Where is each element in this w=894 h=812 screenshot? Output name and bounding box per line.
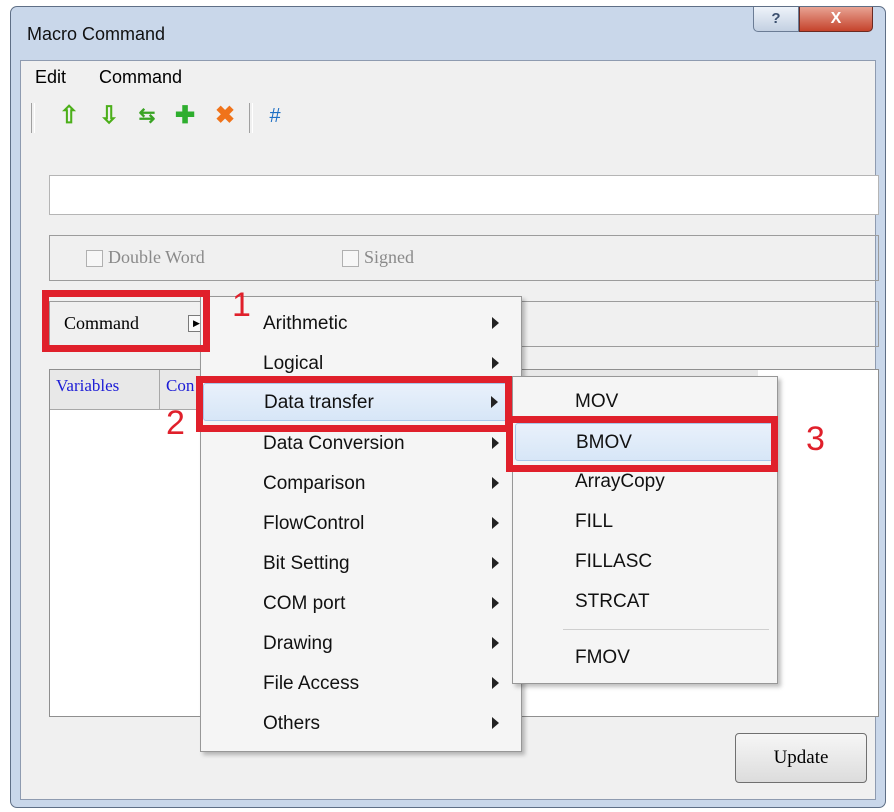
submenu-arrow-icon xyxy=(492,437,499,449)
double-word-label: Double Word xyxy=(108,247,205,267)
menu-item-label: FILL xyxy=(575,511,614,532)
annotation-box-3 xyxy=(506,416,778,472)
command-menu: Arithmetic Logical Data transfer Data Co… xyxy=(200,296,522,752)
hash-icon[interactable]: # xyxy=(261,101,289,131)
menu-bar: Edit Command xyxy=(21,61,875,91)
menu-item-file-access[interactable]: File Access xyxy=(203,665,519,703)
menu-item-label: MOV xyxy=(575,391,619,412)
move-down-arrow-icon[interactable]: ⇩ xyxy=(95,101,123,131)
submenu-arrow-icon xyxy=(492,597,499,609)
toolbar-separator xyxy=(249,103,253,133)
toolbar: ⇧ ⇩ ⇆ ✚ ✖ # xyxy=(21,97,875,137)
menu-item-label: Logical xyxy=(263,353,324,374)
delete-x-icon[interactable]: ✖ xyxy=(211,101,239,131)
menu-item-label: STRCAT xyxy=(575,591,650,612)
toolbar-separator xyxy=(31,103,35,133)
menu-item-label: Drawing xyxy=(263,633,333,654)
menu-item-label: FMOV xyxy=(575,647,630,668)
submenu-item-fillasc[interactable]: FILLASC xyxy=(515,543,775,581)
menu-item-label: FILLASC xyxy=(575,551,653,572)
tab-variables[interactable]: Variables xyxy=(50,370,160,410)
menu-item-others[interactable]: Others xyxy=(203,705,519,743)
close-button[interactable]: X xyxy=(799,7,873,32)
submenu-item-strcat[interactable]: STRCAT xyxy=(515,583,775,621)
move-up-arrow-icon[interactable]: ⇧ xyxy=(55,101,83,131)
menu-item-label: Others xyxy=(263,713,321,734)
submenu-arrow-icon xyxy=(492,637,499,649)
submenu-arrow-icon xyxy=(492,677,499,689)
menu-item-com-port[interactable]: COM port xyxy=(203,585,519,623)
annotation-number-3: 3 xyxy=(806,420,825,458)
submenu-arrow-icon xyxy=(492,557,499,569)
annotation-box-2 xyxy=(196,376,512,432)
menu-item-label: COM port xyxy=(263,593,346,614)
add-plus-icon[interactable]: ✚ xyxy=(171,101,199,131)
update-button[interactable]: Update xyxy=(735,733,867,783)
submenu-arrow-icon xyxy=(492,517,499,529)
menu-item-label: FlowControl xyxy=(263,513,365,534)
submenu-arrow-icon xyxy=(492,717,499,729)
title-bar[interactable]: Macro Command ? X xyxy=(11,7,885,59)
annotation-number-1: 1 xyxy=(232,286,251,324)
menu-item-label: Bit Setting xyxy=(263,553,350,574)
annotation-box-1 xyxy=(42,290,210,352)
submenu-arrow-icon xyxy=(492,357,499,369)
options-group: Double Word Signed xyxy=(49,235,879,281)
menu-item-flowcontrol[interactable]: FlowControl xyxy=(203,505,519,543)
menu-command[interactable]: Command xyxy=(99,67,182,88)
menu-item-label: ArrayCopy xyxy=(575,471,665,492)
annotation-number-2: 2 xyxy=(166,404,185,442)
swap-arrows-icon[interactable]: ⇆ xyxy=(133,101,161,131)
menu-item-label: Comparison xyxy=(263,473,366,494)
submenu-arrow-icon xyxy=(492,477,499,489)
menu-edit[interactable]: Edit xyxy=(35,67,66,88)
menu-item-comparison[interactable]: Comparison xyxy=(203,465,519,503)
menu-item-label: File Access xyxy=(263,673,360,694)
macro-text-field[interactable] xyxy=(49,175,879,215)
signed-checkbox[interactable] xyxy=(342,250,359,267)
signed-label: Signed xyxy=(364,247,415,267)
help-button[interactable]: ? xyxy=(753,7,799,32)
menu-item-drawing[interactable]: Drawing xyxy=(203,625,519,663)
submenu-item-fmov[interactable]: FMOV xyxy=(515,639,775,677)
submenu-arrow-icon xyxy=(492,317,499,329)
submenu-separator xyxy=(563,629,769,630)
menu-item-label: Arithmetic xyxy=(263,313,348,334)
submenu-item-fill[interactable]: FILL xyxy=(515,503,775,541)
double-word-checkbox[interactable] xyxy=(86,250,103,267)
menu-item-bit-setting[interactable]: Bit Setting xyxy=(203,545,519,583)
menu-item-label: Data Conversion xyxy=(263,433,405,454)
window-title: Macro Command xyxy=(27,24,166,44)
